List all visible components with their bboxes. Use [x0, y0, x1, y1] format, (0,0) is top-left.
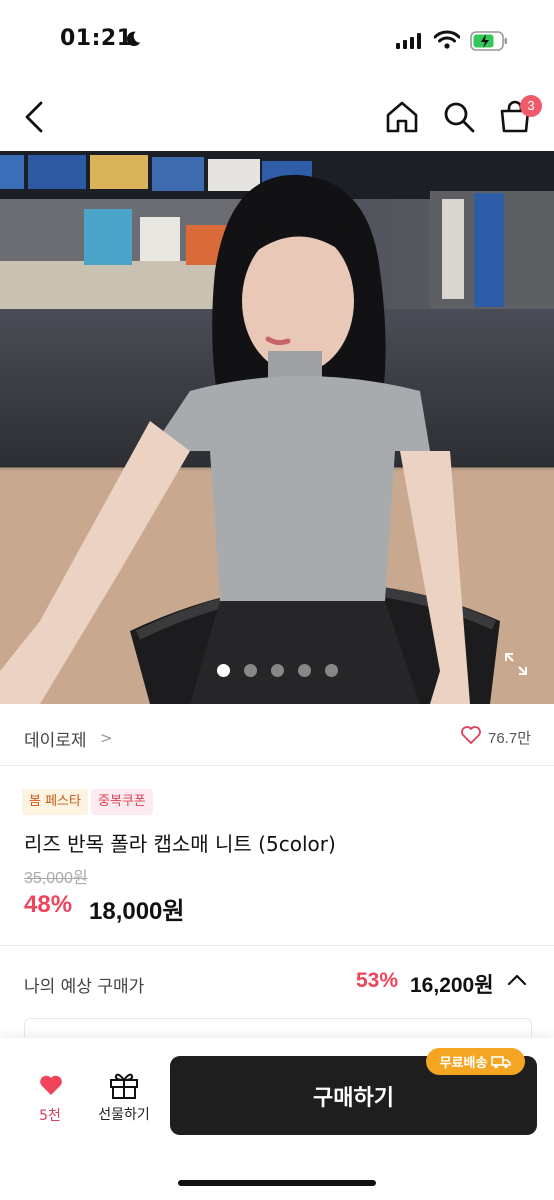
product-image[interactable] [0, 151, 554, 704]
gallery-dot[interactable] [216, 664, 230, 677]
original-price: 35,000원 [24, 870, 88, 887]
gallery-dot[interactable] [270, 664, 284, 677]
free-shipping-badge: 무료배송 [426, 1048, 525, 1075]
wish-count: 5천 [39, 1108, 61, 1124]
expand-icon[interactable] [504, 652, 528, 676]
status-bar: 01:21 [0, 0, 554, 80]
gift-label[interactable]: 선물하기 [88, 1104, 160, 1124]
search-icon[interactable] [442, 100, 476, 134]
home-icon[interactable] [384, 100, 420, 134]
cart-count-badge: 3 [520, 95, 542, 117]
gallery-dot[interactable] [243, 664, 257, 677]
brand-chevron: > [100, 729, 113, 747]
expected-price-label: 나의 예상 구매가 [24, 977, 145, 997]
gallery-pagination [0, 664, 554, 678]
divider [0, 945, 554, 946]
gallery-dot[interactable] [324, 664, 338, 677]
expected-price: 16,200원 [410, 974, 494, 997]
chevron-up-icon[interactable] [506, 973, 528, 987]
brand-name[interactable]: 데이로제 [24, 726, 87, 751]
gift-icon[interactable] [108, 1070, 140, 1100]
discount-rate: 48% [24, 891, 73, 918]
coupon-tag: 중복쿠폰 [91, 789, 153, 815]
free-shipping-label: 무료배송 [439, 1056, 488, 1071]
wifi-icon [434, 30, 460, 49]
sale-price: 18,000원 [89, 898, 185, 925]
heart-outline-icon[interactable] [460, 725, 482, 745]
gallery-dot[interactable] [297, 664, 311, 677]
truck-icon [491, 1055, 512, 1068]
brand-like-count: 76.7만 [488, 730, 531, 747]
status-time: 01:21 [60, 26, 133, 51]
back-icon[interactable] [22, 100, 46, 134]
home-indicator [178, 1180, 376, 1186]
product-photo [0, 151, 554, 704]
expected-discount-rate: 53% [356, 969, 399, 992]
moon-icon [126, 31, 141, 47]
heart-filled-icon[interactable] [38, 1073, 64, 1097]
product-name: 리즈 반목 폴라 캡소매 니트 (5color) [24, 832, 336, 856]
promo-tag: 봄 페스타 [22, 789, 88, 815]
signal-icon [396, 33, 422, 49]
battery-icon [470, 31, 507, 51]
